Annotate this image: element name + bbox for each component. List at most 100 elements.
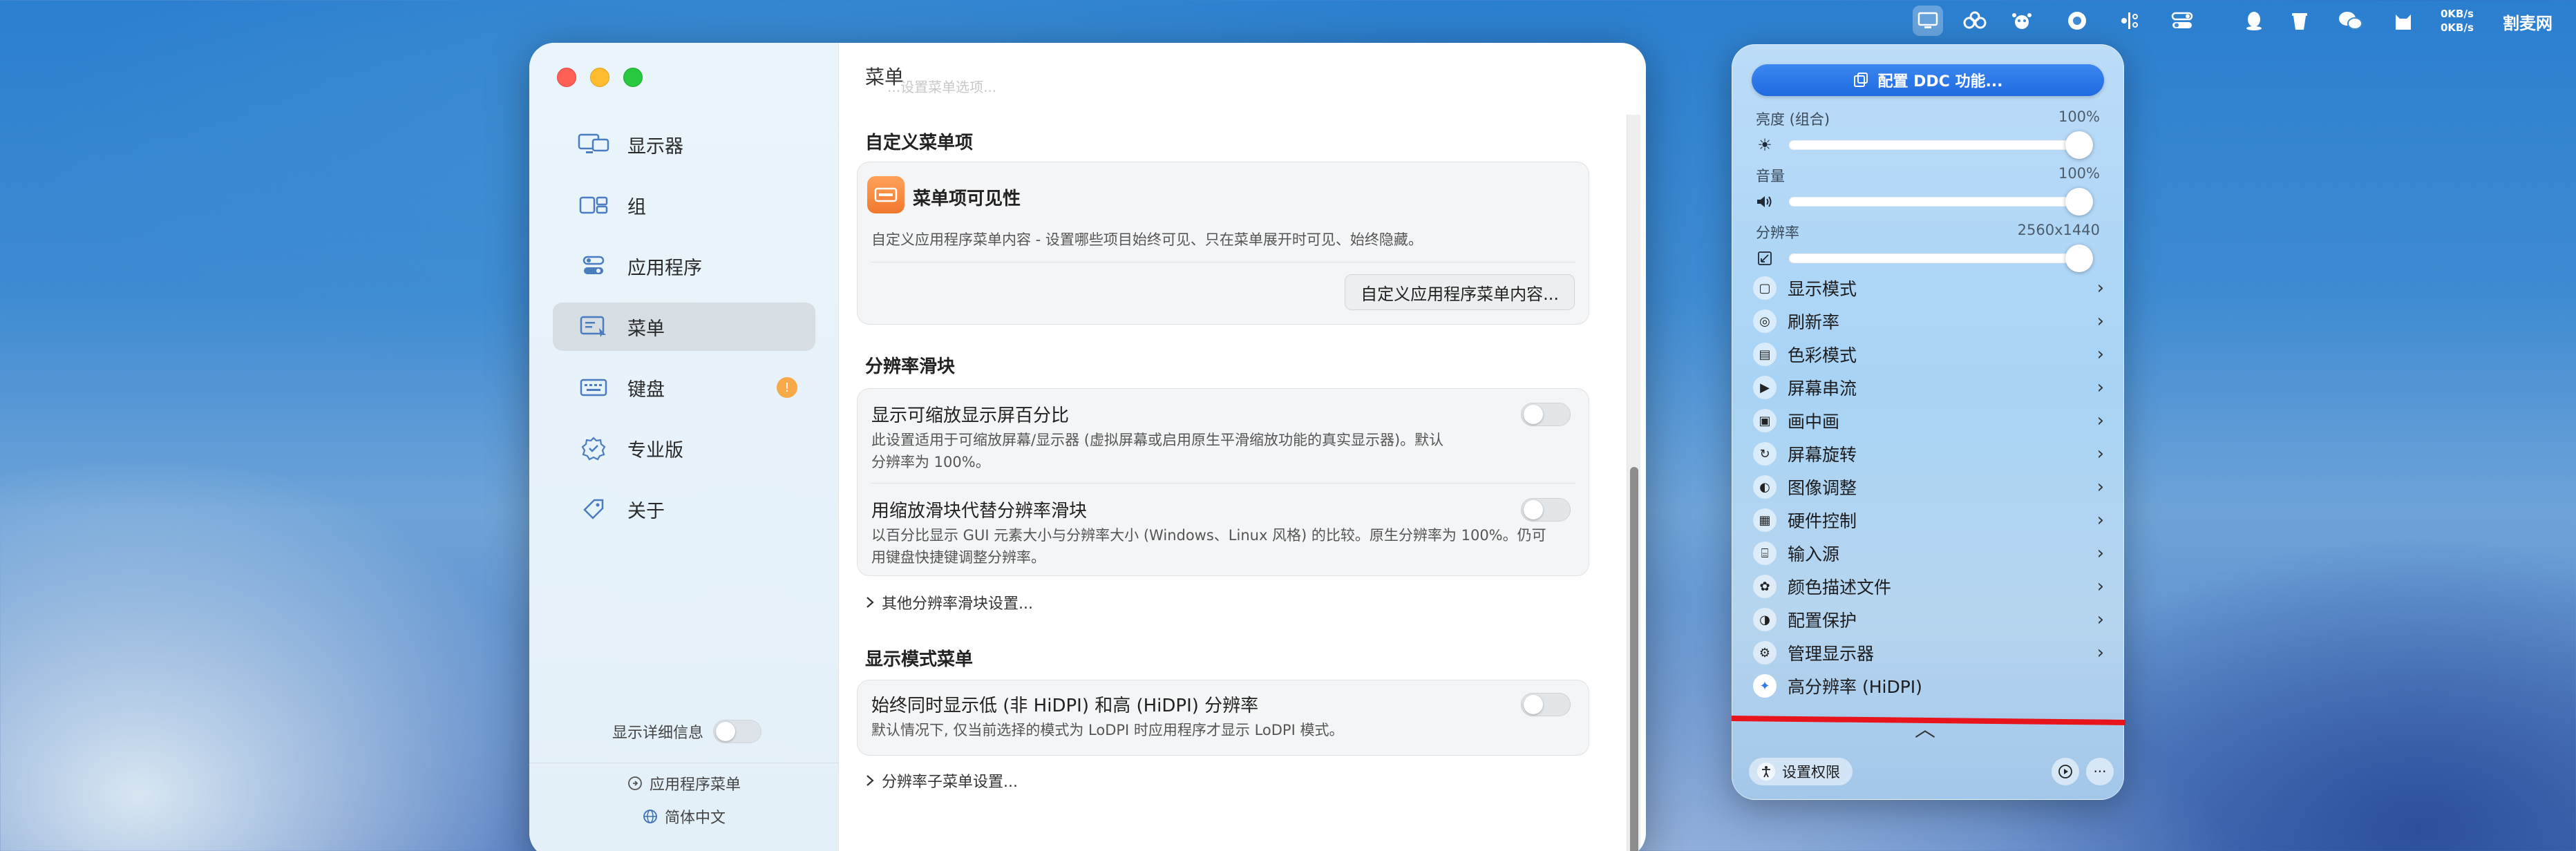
- always-show-lodpi-toggle[interactable]: [1521, 693, 1571, 716]
- close-button[interactable]: [557, 68, 576, 87]
- panel-menu-item[interactable]: ◎ 刷新率 ›: [1748, 305, 2110, 338]
- panel-menu-item[interactable]: ▶ 屏幕串流 ›: [1748, 371, 2110, 404]
- panel-menu-item-label: 图像调整: [1788, 478, 1857, 498]
- scrollbar[interactable]: [1627, 115, 1640, 851]
- content-pane: 菜单 ...设置菜单选项... 自定义菜单项 菜单项可见性 自定义应用程序菜单内…: [839, 43, 1646, 851]
- net-up-value: 0KB/s: [2441, 8, 2474, 20]
- color-profile-icon: ✿: [1753, 575, 1777, 598]
- sidebar-item-pro[interactable]: 专业版: [553, 424, 815, 472]
- show-scalable-percent-desc-1: 此设置适用于可缩放屏幕/显示器 (虚拟屏幕或启用原生平滑缩放功能的真实显示器)。…: [871, 432, 1444, 448]
- chevron-right-icon: ›: [2096, 377, 2104, 398]
- sidebar-item-keyboard[interactable]: 键盘 !: [553, 363, 815, 412]
- more-button[interactable]: ···: [2086, 758, 2114, 785]
- arrow-circle-icon: [628, 776, 642, 790]
- panel-menu-item[interactable]: ↻ 屏幕旋转 ›: [1748, 437, 2110, 470]
- set-permissions-label: 设置权限: [1782, 764, 1840, 781]
- sidebar-item-group[interactable]: 组: [553, 181, 815, 229]
- resolution-slider-card: 显示可缩放显示屏百分比 此设置适用于可缩放屏幕/显示器 (虚拟屏幕或启用原生平滑…: [857, 388, 1589, 576]
- panel-menu-item[interactable]: ▢ 显示模式 ›: [1748, 271, 2110, 305]
- zoom-button[interactable]: [623, 68, 643, 87]
- panel-menu-list: ▢ 显示模式 › ◎ 刷新率 › ▤ 色彩模式 › ▶ 屏幕串流 › ▣ 画中画 › ↻ 屏幕旋转 › ◐ 图像调整 ›…: [1748, 271, 2110, 669]
- cat-icon[interactable]: [2388, 6, 2418, 36]
- collapse-chevron-icon[interactable]: ︿: [1915, 712, 1935, 743]
- panel-menu-item[interactable]: ⚙ 管理显示器 ›: [1748, 636, 2110, 669]
- glasses-icon[interactable]: [1960, 6, 1990, 36]
- section-heading-custom-menu: 自定义菜单项: [865, 133, 974, 153]
- panel-menu-item[interactable]: ✿ 颜色描述文件 ›: [1748, 570, 2110, 603]
- panel-menu-item-label: 输入源: [1788, 544, 1840, 564]
- app-menu-link[interactable]: 应用程序菜单: [529, 772, 839, 794]
- display-menu-icon[interactable]: [1913, 6, 1943, 36]
- app-menu-link-label: 应用程序菜单: [649, 776, 741, 794]
- sidebar-item-label: 专业版: [627, 439, 683, 461]
- displays-icon: [578, 128, 609, 160]
- volume-slider-knob[interactable]: [2065, 188, 2093, 216]
- sidebar-item-displays[interactable]: 显示器: [553, 120, 815, 169]
- sidebar-item-about[interactable]: 关于: [553, 485, 815, 533]
- scrolled-subtitle: ...设置菜单选项...: [887, 79, 997, 95]
- sidebar-item-label: 应用程序: [627, 257, 702, 279]
- more-resolution-settings-disclosure[interactable]: 其他分辨率滑块设置...: [865, 591, 1033, 613]
- panel-menu-item[interactable]: ▦ 硬件控制 ›: [1748, 504, 2110, 537]
- protect-icon: ◑: [1753, 608, 1777, 631]
- scrollbar-thumb[interactable]: [1630, 467, 1638, 851]
- chevron-right-icon: ›: [2096, 642, 2104, 663]
- language-link-label: 简体中文: [664, 810, 726, 827]
- menu-visibility-icon: [867, 176, 905, 213]
- volume-label: 音量: [1756, 168, 1785, 184]
- resolution-submenu-disclosure[interactable]: 分辨率子菜单设置...: [865, 769, 1018, 792]
- more-resolution-settings-label: 其他分辨率滑块设置...: [882, 595, 1033, 613]
- panel-menu-item-label: 色彩模式: [1788, 345, 1857, 365]
- net-down-value: 0KB/s: [2441, 21, 2474, 34]
- configure-ddc-button[interactable]: 配置 DDC 功能...: [1752, 64, 2104, 96]
- brightness-slider-knob[interactable]: [2065, 131, 2093, 159]
- panel-menu-item-label: 颜色描述文件: [1788, 577, 1892, 597]
- chevron-right-icon: ›: [2096, 543, 2104, 564]
- panel-menu-item[interactable]: ◐ 图像调整 ›: [1748, 470, 2110, 504]
- play-circle-button[interactable]: [2052, 758, 2079, 785]
- panel-menu-item[interactable]: ▣ 画中画 ›: [1748, 404, 2110, 437]
- brand-watermark: 割麦网: [2503, 14, 2553, 33]
- cup-icon[interactable]: [2284, 6, 2315, 36]
- panel-menu-item-label: 画中画: [1788, 412, 1840, 432]
- chevron-right-icon: ›: [2096, 311, 2104, 332]
- control-toggles-icon[interactable]: [2167, 6, 2197, 36]
- panel-menu-item[interactable]: ▤ 色彩模式 ›: [1748, 338, 2110, 371]
- resolution-label: 分辨率: [1756, 224, 1799, 241]
- sidebar-item-apps[interactable]: 应用程序: [553, 242, 815, 290]
- show-details-toggle[interactable]: [713, 720, 762, 743]
- sidebar: 显示器 组 应用程序 菜单 键盘 ! 专业版 关于 显示详细信息 应用程序菜单 …: [529, 43, 839, 851]
- menu-visibility-title: 菜单项可见性: [913, 189, 1021, 209]
- volume-slider[interactable]: [1789, 188, 2093, 216]
- qq-icon[interactable]: [2239, 6, 2269, 36]
- display-mode-icon: ▢: [1753, 276, 1777, 300]
- panel-menu-item[interactable]: ◑ 配置保护 ›: [1748, 603, 2110, 636]
- chevron-right-icon: ›: [2096, 576, 2104, 597]
- chevron-right-icon: ›: [2096, 278, 2104, 298]
- keyboard-icon: [578, 372, 609, 403]
- sidebar-item-menu[interactable]: 菜单: [553, 303, 815, 351]
- hardware-icon: ▦: [1753, 508, 1777, 532]
- resolution-slider-knob[interactable]: [2065, 245, 2093, 272]
- resolution-slider[interactable]: [1789, 245, 2093, 272]
- chevron-right-icon: ›: [2096, 510, 2104, 530]
- image-adjust-icon: ◐: [1753, 475, 1777, 499]
- set-permissions-button[interactable]: 设置权限: [1749, 758, 1853, 785]
- show-scalable-percent-toggle[interactable]: [1521, 403, 1571, 426]
- brightness-slider[interactable]: [1789, 131, 2093, 159]
- minimize-button[interactable]: [590, 68, 609, 87]
- zoom-slider-title: 用缩放滑块代替分辨率滑块: [871, 501, 1088, 522]
- more-dots-icon: ···: [2093, 763, 2107, 780]
- menu-bar: 0KB/s 0KB/s 割麦网: [0, 0, 2576, 41]
- wechat-icon[interactable]: [2336, 6, 2366, 36]
- pro-badge-icon: [578, 432, 609, 464]
- record-icon[interactable]: [2062, 6, 2092, 36]
- zoom-slider-toggle[interactable]: [1521, 498, 1571, 522]
- settings-window: 显示器 组 应用程序 菜单 键盘 ! 专业版 关于 显示详细信息 应用程序菜单 …: [529, 43, 1646, 851]
- panel-menu-item[interactable]: ⌸ 输入源 ›: [1748, 537, 2110, 570]
- customize-app-menu-button[interactable]: 自定义应用程序菜单内容...: [1345, 274, 1575, 310]
- hidpi-row[interactable]: ✦ 高分辨率 (HiDPI): [1748, 669, 2110, 702]
- language-link[interactable]: 简体中文: [529, 805, 839, 828]
- cow-icon[interactable]: [2007, 6, 2037, 36]
- split-icon[interactable]: [2114, 6, 2145, 36]
